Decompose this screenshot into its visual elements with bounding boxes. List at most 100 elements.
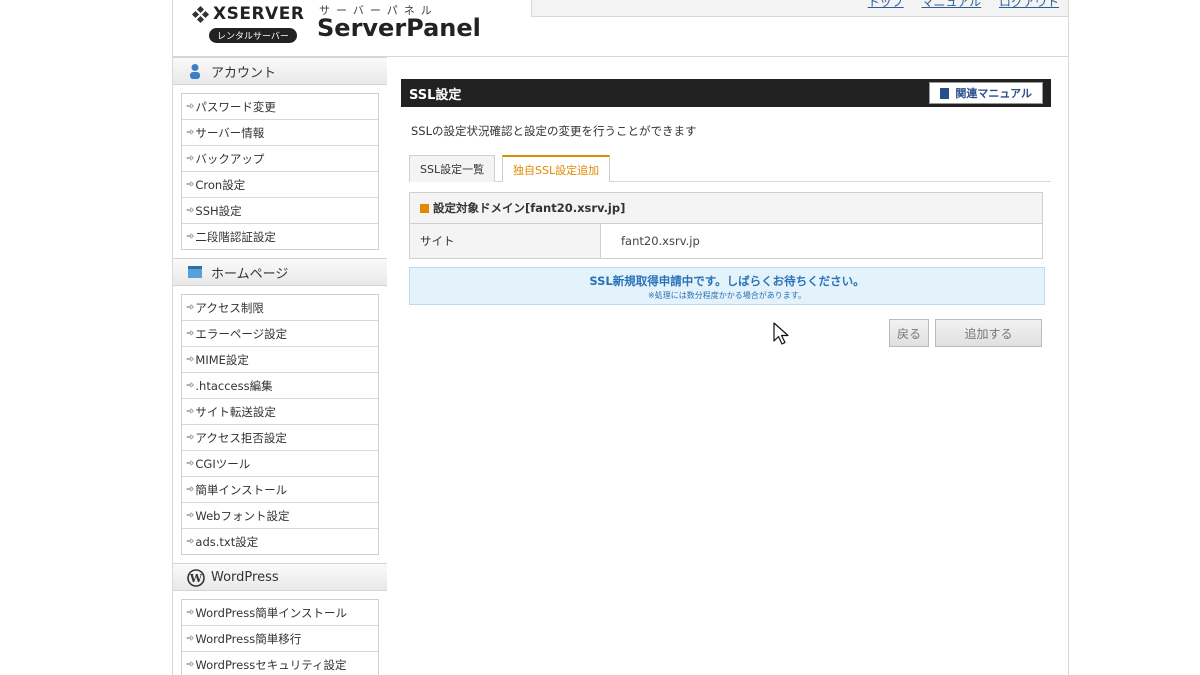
arrow-icon: ➾	[186, 205, 195, 216]
arrow-icon: ➾	[186, 328, 195, 339]
sidebar-item-cron[interactable]: ➾ Cron設定	[182, 172, 378, 198]
add-button[interactable]: 追加する	[935, 319, 1042, 347]
sidebar-item-label: アクセス拒否設定	[195, 430, 287, 445]
sidebar-item-label: エラーページ設定	[195, 326, 288, 341]
mouse-cursor-icon	[773, 322, 791, 350]
sidebar-item-label: サイト転送設定	[195, 404, 276, 419]
sidebar-item-label: Webフォント設定	[195, 508, 290, 523]
sidebar-item-label: 二段階認証設定	[195, 229, 276, 244]
diamond-logo-icon	[191, 5, 211, 24]
arrow-icon: ➾	[186, 536, 195, 547]
tab-add-ssl[interactable]: 独自SSL設定追加	[502, 155, 611, 182]
target-domain-table: 設定対象ドメイン[fant20.xsrv.jp] サイト fant20.xsrv…	[409, 192, 1043, 259]
arrow-icon: ➾	[186, 127, 195, 138]
bullet-icon	[420, 203, 429, 213]
arrow-icon: ➾	[186, 153, 195, 164]
sidebar-item-label: .htaccess編集	[195, 378, 273, 393]
related-manual-button[interactable]: 関連マニュアル	[929, 82, 1043, 104]
homepage-icon	[187, 264, 203, 280]
sidebar-item-label: MIME設定	[195, 352, 249, 367]
menu-homepage: ➾ アクセス制限 ➾ エラーページ設定 ➾ MIME設定 ➾ .htaccess編集 ➾…	[181, 294, 379, 555]
person-icon	[187, 63, 203, 79]
notice-main-text: SSL新規取得申請中です。しばらくお待ちください。	[589, 274, 865, 288]
section-title: ホームページ	[211, 266, 289, 282]
book-icon	[940, 87, 950, 99]
arrow-icon: ➾	[186, 101, 195, 112]
app-frame: XSERVER レンタルサーバー サーバーパネル ServerPanel トップ…	[172, 0, 1069, 675]
sidebar-section-homepage: ホームページ	[173, 258, 387, 286]
related-manual-label: 関連マニュアル	[955, 87, 1032, 100]
status-notice: SSL新規取得申請中です。しばらくお待ちください。 ※処理には数分程度かかる場合…	[409, 267, 1045, 305]
sidebar-item-label: Cron設定	[195, 177, 246, 192]
arrow-icon: ➾	[186, 380, 195, 391]
xserver-logo[interactable]: XSERVER レンタルサーバー	[191, 4, 304, 43]
svg-text:W: W	[189, 572, 203, 585]
sidebar-item-access-deny[interactable]: ➾ アクセス拒否設定	[182, 425, 378, 451]
row-key: サイト	[410, 224, 601, 258]
arrow-icon: ➾	[186, 484, 195, 495]
sidebar: アカウント ➾ パスワード変更 ➾ サーバー情報 ➾ バックアップ ➾ Cron設定 ➾…	[173, 57, 387, 675]
sidebar-item-label: CGIツール	[195, 456, 251, 471]
main-content: SSL設定 関連マニュアル SSLの設定状況確認と設定の変更を行うことができます…	[401, 79, 1051, 347]
sidebar-item-ssh[interactable]: ➾ SSH設定	[182, 198, 378, 224]
sidebar-item-wp-migration[interactable]: ➾ WordPress簡単移行	[182, 626, 378, 652]
section-title: WordPress	[211, 569, 279, 585]
sidebar-item-access-restriction[interactable]: ➾ アクセス制限	[182, 295, 378, 321]
notice-sub-text: ※処理には数分程度かかる場合があります。	[648, 291, 806, 300]
action-buttons: 戻る 追加する	[889, 319, 1042, 347]
arrow-icon: ➾	[186, 510, 195, 521]
back-button[interactable]: 戻る	[889, 319, 929, 347]
top-nav: トップ マニュアル ログアウト	[854, 0, 1059, 10]
sidebar-item-password[interactable]: ➾ パスワード変更	[182, 94, 378, 120]
arrow-icon: ➾	[186, 302, 195, 313]
sidebar-item-label: 簡単インストール	[195, 482, 288, 497]
sidebar-item-site-redirect[interactable]: ➾ サイト転送設定	[182, 399, 378, 425]
sidebar-item-error-page[interactable]: ➾ エラーページ設定	[182, 321, 378, 347]
sidebar-item-2fa[interactable]: ➾ 二段階認証設定	[182, 224, 378, 249]
sidebar-section-wordpress: W WordPress	[173, 563, 387, 591]
sidebar-item-label: WordPress簡単移行	[195, 631, 302, 646]
top-nav-bar: トップ マニュアル ログアウト	[531, 0, 1068, 17]
menu-account: ➾ パスワード変更 ➾ サーバー情報 ➾ バックアップ ➾ Cron設定 ➾ SSH設定 …	[181, 93, 379, 250]
sidebar-item-wp-easy-install[interactable]: ➾ WordPress簡単インストール	[182, 600, 378, 626]
brand-name: XSERVER	[213, 4, 305, 24]
sidebar-section-account: アカウント	[173, 57, 387, 85]
section-title: アカウント	[211, 65, 277, 81]
arrow-icon: ➾	[186, 458, 195, 469]
tab-bar: SSL設定一覧 独自SSL設定追加	[409, 155, 1051, 182]
sidebar-item-label: バックアップ	[195, 151, 265, 166]
nav-logout-link[interactable]: ログアウト	[999, 0, 1059, 9]
sidebar-item-backup[interactable]: ➾ バックアップ	[182, 146, 378, 172]
sidebar-item-htaccess[interactable]: ➾ .htaccess編集	[182, 373, 378, 399]
menu-wordpress: ➾ WordPress簡単インストール ➾ WordPress簡単移行 ➾ WordP…	[181, 599, 379, 675]
page-title-bar: SSL設定 関連マニュアル	[401, 79, 1051, 107]
sidebar-item-label: サーバー情報	[195, 125, 265, 140]
tab-ssl-list[interactable]: SSL設定一覧	[409, 155, 496, 182]
arrow-icon: ➾	[186, 179, 195, 190]
sidebar-item-label: SSH設定	[195, 203, 242, 218]
header: XSERVER レンタルサーバー サーバーパネル ServerPanel トップ…	[173, 0, 1068, 57]
sidebar-item-mime[interactable]: ➾ MIME設定	[182, 347, 378, 373]
table-row: サイト fant20.xsrv.jp	[410, 224, 1042, 258]
arrow-icon: ➾	[186, 432, 195, 443]
page-title: SSL設定	[409, 87, 462, 103]
sidebar-item-label: アクセス制限	[195, 300, 264, 315]
sidebar-item-label: パスワード変更	[195, 99, 276, 114]
sidebar-item-wp-security[interactable]: ➾ WordPressセキュリティ設定	[182, 652, 378, 675]
sidebar-item-ads-txt[interactable]: ➾ ads.txt設定	[182, 529, 378, 554]
nav-manual-link[interactable]: マニュアル	[922, 0, 982, 9]
arrow-icon: ➾	[186, 633, 195, 644]
sidebar-item-cgi-tool[interactable]: ➾ CGIツール	[182, 451, 378, 477]
arrow-icon: ➾	[186, 354, 195, 365]
sidebar-item-server-info[interactable]: ➾ サーバー情報	[182, 120, 378, 146]
sidebar-item-easy-install[interactable]: ➾ 簡単インストール	[182, 477, 378, 503]
target-domain-heading-text: 設定対象ドメイン[fant20.xsrv.jp]	[433, 201, 626, 215]
nav-top-link[interactable]: トップ	[868, 0, 904, 9]
arrow-icon: ➾	[186, 659, 195, 670]
wordpress-icon: W	[187, 569, 205, 587]
sidebar-item-web-font[interactable]: ➾ Webフォント設定	[182, 503, 378, 529]
row-value: fant20.xsrv.jp	[621, 234, 700, 248]
page-description: SSLの設定状況確認と設定の変更を行うことができます	[411, 124, 697, 138]
sidebar-item-label: WordPress簡単インストール	[195, 605, 347, 620]
sidebar-item-label: WordPressセキュリティ設定	[195, 657, 347, 672]
